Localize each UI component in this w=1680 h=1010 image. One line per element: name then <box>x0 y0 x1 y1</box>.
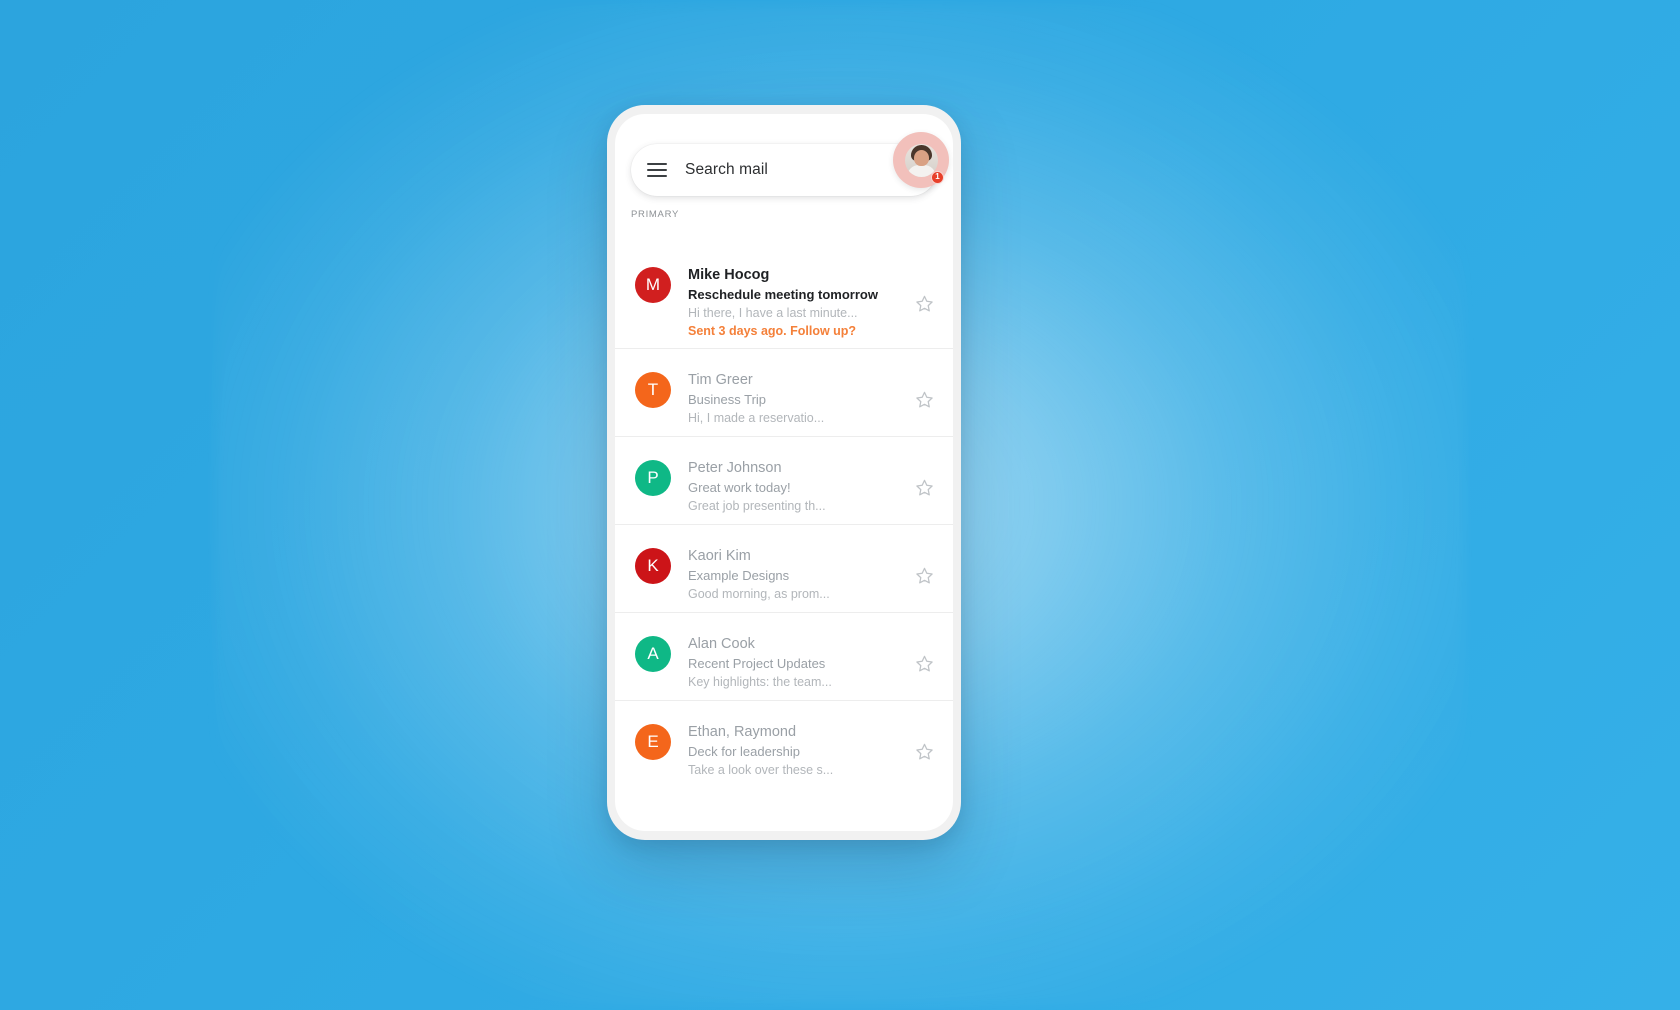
hamburger-menu-icon[interactable] <box>647 163 667 177</box>
mail-text-block: Peter Johnson Great work today! Great job … <box>688 459 911 515</box>
search-input[interactable]: Search mail <box>685 161 768 179</box>
mail-sender: Tim Greer <box>688 372 753 388</box>
mail-snippet: Take a look over these s... <box>688 763 834 777</box>
sender-avatar[interactable]: T <box>635 372 671 408</box>
sender-avatar[interactable]: M <box>635 267 671 303</box>
mail-row[interactable]: T Tim Greer Business Trip Hi, I made a rese… <box>615 349 953 437</box>
notification-badge: 1 <box>931 171 944 184</box>
search-bar[interactable]: Search mail <box>631 144 937 196</box>
mail-row[interactable]: A Alan Cook Recent Project Updates Key high… <box>615 613 953 701</box>
mail-snippet: Key highlights: the team... <box>688 675 832 689</box>
mail-row-content: A Alan Cook Recent Project Updates Key high… <box>635 613 937 691</box>
mail-sender: Kaori Kim <box>688 548 751 564</box>
star-icon[interactable] <box>911 566 937 585</box>
mail-row-content: M Mike Hocog Reschedule meeting tomorrow Hi… <box>635 244 937 341</box>
category-label-primary: PRIMARY <box>631 209 680 220</box>
mail-sender: Mike Hocog <box>688 267 770 283</box>
star-icon[interactable] <box>911 742 937 761</box>
mail-row[interactable]: K Kaori Kim Example Designs Good morning, a… <box>615 525 953 613</box>
star-icon[interactable] <box>911 654 937 673</box>
mail-nudge: Sent 3 days ago. Follow up? <box>688 324 857 338</box>
mail-row-content: P Peter Johnson Great work today! Great job… <box>635 437 937 515</box>
sender-avatar[interactable]: K <box>635 548 671 584</box>
mail-text-block: Tim Greer Business Trip Hi, I made a reser… <box>688 371 911 427</box>
mail-subject: Business Trip <box>688 392 767 407</box>
mail-subject: Deck for leadership <box>688 744 800 759</box>
star-icon[interactable] <box>911 294 937 313</box>
screenshot-stage: Search mail 1 PRIMARY M Mike Hocog Resched… <box>0 0 1680 1010</box>
mail-sender: Ethan, Raymond <box>688 724 797 740</box>
mail-row-content: K Kaori Kim Example Designs Good morning, a… <box>635 525 937 603</box>
sender-avatar[interactable]: E <box>635 724 671 760</box>
star-icon[interactable] <box>911 390 937 409</box>
phone-frame: Search mail 1 PRIMARY M Mike Hocog Resched… <box>607 105 961 840</box>
mail-sender: Peter Johnson <box>688 460 782 476</box>
mail-text-block: Ethan, Raymond Deck for leadership Take a … <box>688 723 911 779</box>
mail-snippet: Hi there, I have a last minute... <box>688 306 858 320</box>
mail-sender: Alan Cook <box>688 636 755 652</box>
phone-screen: Search mail 1 PRIMARY M Mike Hocog Resched… <box>615 114 953 831</box>
mail-subject: Recent Project Updates <box>688 656 826 671</box>
mail-row[interactable]: P Peter Johnson Great work today! Great job… <box>615 437 953 525</box>
mail-list[interactable]: M Mike Hocog Reschedule meeting tomorrow Hi… <box>615 244 953 831</box>
mail-snippet: Great job presenting th... <box>688 499 826 513</box>
sender-avatar[interactable]: A <box>635 636 671 672</box>
mail-subject: Great work today! <box>688 480 791 495</box>
account-avatar-button[interactable]: 1 <box>893 132 949 188</box>
mail-snippet: Good morning, as prom... <box>688 587 830 601</box>
mail-text-block: Kaori Kim Example Designs Good morning, as… <box>688 547 911 603</box>
mail-row-content: E Ethan, Raymond Deck for leadership Take a… <box>635 701 937 779</box>
mail-row[interactable]: E Ethan, Raymond Deck for leadership Take a… <box>615 701 953 789</box>
mail-subject: Reschedule meeting tomorrow <box>688 287 878 302</box>
mail-row-content: T Tim Greer Business Trip Hi, I made a rese… <box>635 349 937 427</box>
sender-avatar[interactable]: P <box>635 460 671 496</box>
mail-subject: Example Designs <box>688 568 790 583</box>
mail-text-block: Alan Cook Recent Project Updates Key highl… <box>688 635 911 691</box>
search-bar-container: Search mail 1 <box>631 132 949 196</box>
star-icon[interactable] <box>911 478 937 497</box>
mail-snippet: Hi, I made a reservatio... <box>688 411 825 425</box>
mail-row[interactable]: M Mike Hocog Reschedule meeting tomorrow Hi… <box>615 244 953 349</box>
mail-text-block: Mike Hocog Reschedule meeting tomorrow Hi … <box>688 266 911 341</box>
